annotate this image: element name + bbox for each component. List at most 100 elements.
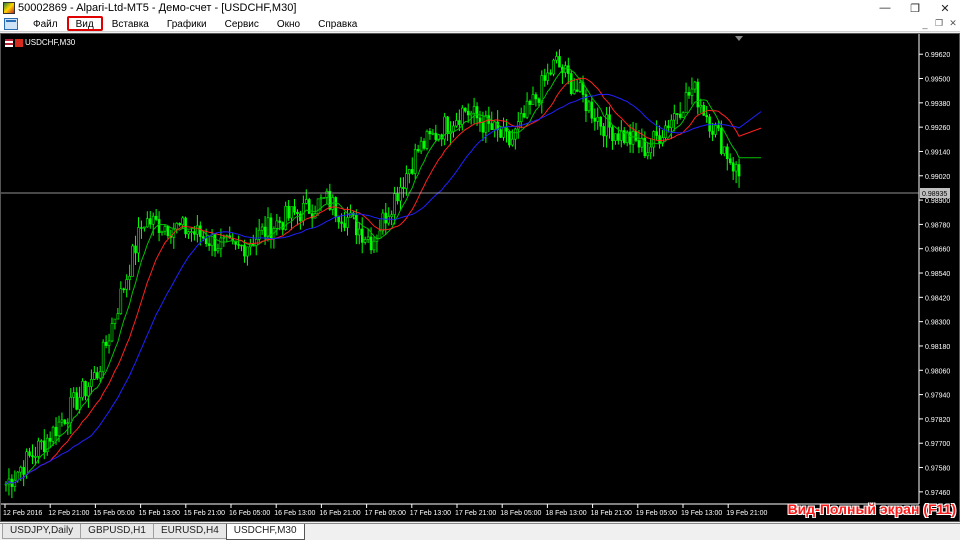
candle-body: [681, 112, 685, 118]
candle-body: [37, 440, 40, 457]
menu-window[interactable]: Окно: [268, 16, 309, 31]
price-chart[interactable]: USDCHF,M30 0.99620 0.99500 0.99380 0.99260 0…: [0, 33, 960, 522]
candle-body: [355, 215, 358, 236]
candle-body: [187, 231, 190, 235]
candle-body: [708, 116, 711, 132]
candle-body: [84, 380, 87, 397]
candle-body: [275, 220, 279, 229]
close-button[interactable]: ✕: [930, 0, 960, 16]
x-tick-label: 19 Feb 05:00: [636, 510, 677, 517]
candle-body: [87, 386, 90, 397]
candle-body: [372, 240, 376, 251]
candle-body: [360, 228, 364, 243]
candle-body: [316, 198, 320, 214]
candle-body: [422, 140, 426, 149]
candle-body: [413, 149, 417, 174]
candle-body: [104, 341, 108, 346]
candle-body: [678, 113, 682, 118]
candle-body: [131, 245, 134, 277]
candle-body: [425, 131, 429, 149]
candle-body: [590, 101, 594, 119]
candle-body: [667, 125, 670, 128]
x-tick-label: 18 Feb 13:00: [545, 510, 586, 517]
candle-body: [714, 125, 717, 135]
candle-body: [101, 341, 105, 373]
app-icon: [3, 2, 15, 14]
candle-body: [175, 223, 179, 230]
candle-body: [405, 173, 408, 189]
candle-body: [684, 91, 688, 114]
candle-body: [66, 422, 70, 425]
x-tick-label: 17 Feb 13:00: [410, 510, 451, 517]
y-tick-label: 0.97820: [925, 417, 950, 424]
candle-body: [193, 231, 196, 235]
candle-body: [558, 56, 561, 68]
y-tick-label: 0.97580: [925, 466, 950, 473]
candle-body: [393, 193, 396, 215]
menu-charts[interactable]: Графики: [158, 16, 216, 31]
chart-window-icon[interactable]: [4, 17, 18, 30]
chart-shift-marker: [735, 36, 743, 41]
chart-canvas[interactable]: 0.99620 0.99500 0.99380 0.99260 0.99140 0.990…: [1, 34, 959, 521]
candle-body: [484, 115, 488, 133]
candle-body: [13, 479, 17, 487]
candle-body: [293, 206, 296, 213]
candle-body: [499, 129, 502, 138]
tab-gbpusd[interactable]: GBPUSD,H1: [80, 524, 154, 539]
candle-body: [646, 152, 650, 157]
mdi-restore-button[interactable]: ❐: [932, 18, 946, 29]
candle-body: [63, 419, 67, 424]
candle-body: [410, 169, 414, 174]
candle-body: [240, 244, 243, 247]
tab-usdjpy[interactable]: USDJPY,Daily: [2, 524, 82, 539]
mdi-minimize-button[interactable]: _: [918, 19, 932, 29]
candle-body: [113, 318, 117, 324]
candle-body: [402, 187, 405, 189]
mdi-close-button[interactable]: ✕: [946, 18, 960, 29]
candle-body: [31, 455, 34, 457]
candle-body: [396, 193, 399, 202]
candle-body: [328, 190, 332, 210]
candle-body: [40, 440, 43, 443]
menu-view[interactable]: Вид: [66, 16, 103, 31]
tab-eurusd[interactable]: EURUSD,H4: [152, 524, 227, 539]
candle-body: [578, 82, 582, 92]
candle-body: [419, 140, 423, 152]
candle-body: [696, 81, 700, 108]
minimize-button[interactable]: —: [870, 0, 900, 16]
x-tick-label: 18 Feb 05:00: [500, 510, 541, 517]
y-tick-label: 0.98420: [925, 295, 950, 302]
tab-usdchf[interactable]: USDCHF,M30: [225, 524, 305, 540]
menu-help[interactable]: Справка: [309, 16, 366, 31]
candle-body: [181, 217, 184, 226]
candle-body: [246, 246, 249, 257]
candle-body: [522, 113, 526, 118]
candle-body: [670, 119, 673, 128]
candle-body: [723, 146, 726, 154]
candle-body: [381, 212, 385, 232]
candle-body: [222, 236, 226, 239]
candle-body: [528, 100, 532, 105]
candle-body: [596, 116, 600, 122]
candle-body: [458, 120, 461, 125]
y-tick-label: 0.98900: [925, 198, 950, 205]
candle-body: [151, 215, 155, 225]
candle-body: [737, 164, 741, 177]
candle-body: [302, 202, 305, 222]
candle-body: [525, 100, 529, 118]
x-tick-label: 12 Feb 2016: [3, 510, 42, 517]
candle-body: [546, 72, 549, 81]
candle-body: [319, 197, 323, 200]
y-tick-label: 0.98300: [925, 320, 950, 327]
y-tick-label: 0.97940: [925, 393, 950, 400]
menu-file[interactable]: Файл: [24, 16, 67, 31]
candle-body: [416, 149, 420, 152]
candle-body: [705, 115, 708, 118]
candle-body: [378, 230, 382, 239]
candle-body: [137, 227, 140, 254]
candle-body: [455, 120, 458, 127]
maximize-button[interactable]: ❐: [900, 0, 930, 16]
candle-body: [299, 213, 302, 222]
menu-insert[interactable]: Вставка: [103, 16, 158, 31]
menu-tools[interactable]: Сервис: [216, 16, 268, 31]
